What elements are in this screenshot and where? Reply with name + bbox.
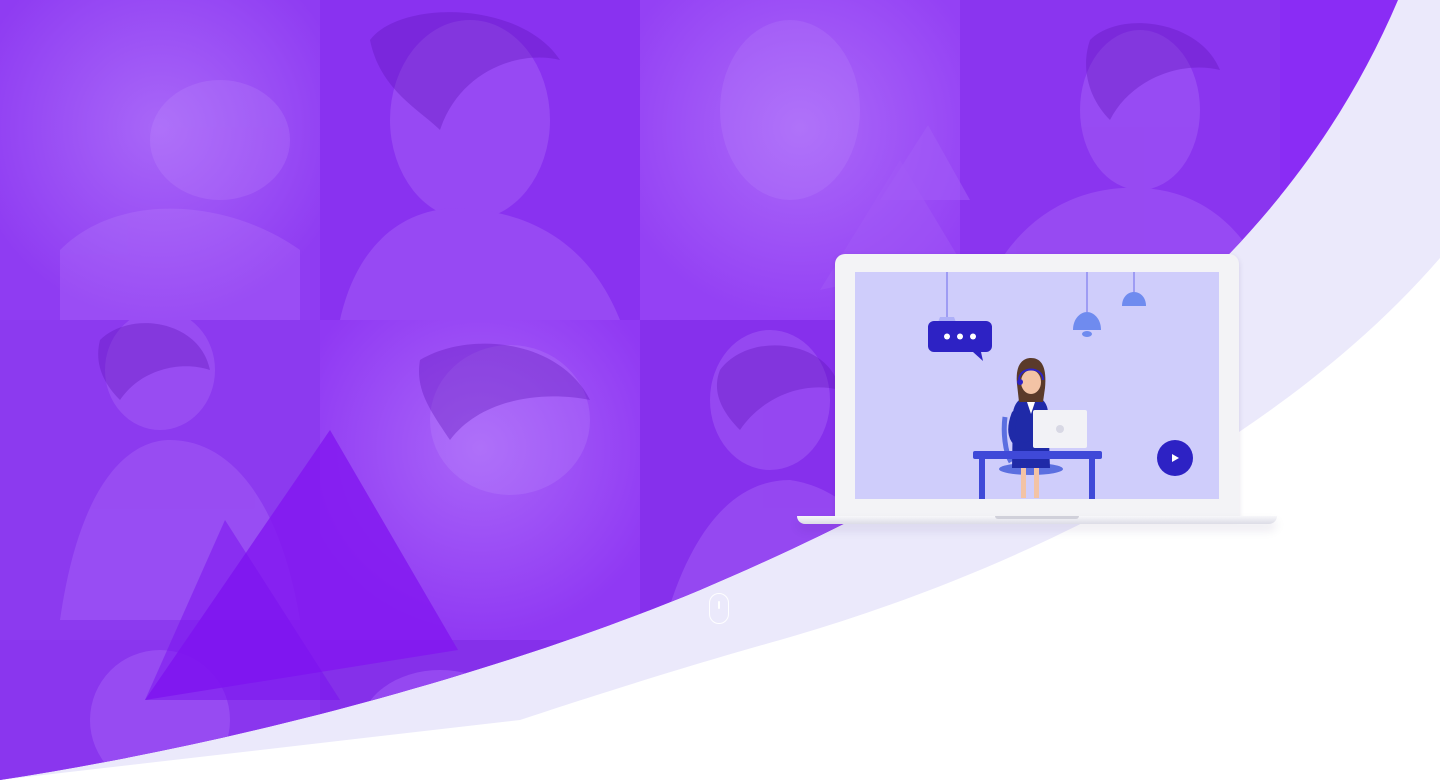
laptop-lid	[835, 254, 1239, 518]
scroll-wheel	[718, 601, 720, 609]
laptop-notch	[995, 516, 1079, 519]
video-preview[interactable]	[855, 272, 1219, 499]
laptop-video-card	[797, 254, 1277, 534]
play-button[interactable]	[1157, 440, 1193, 476]
mouse-scroll-icon[interactable]	[709, 593, 729, 624]
play-icon	[1172, 454, 1179, 462]
chat-bubble-icon	[928, 321, 992, 361]
